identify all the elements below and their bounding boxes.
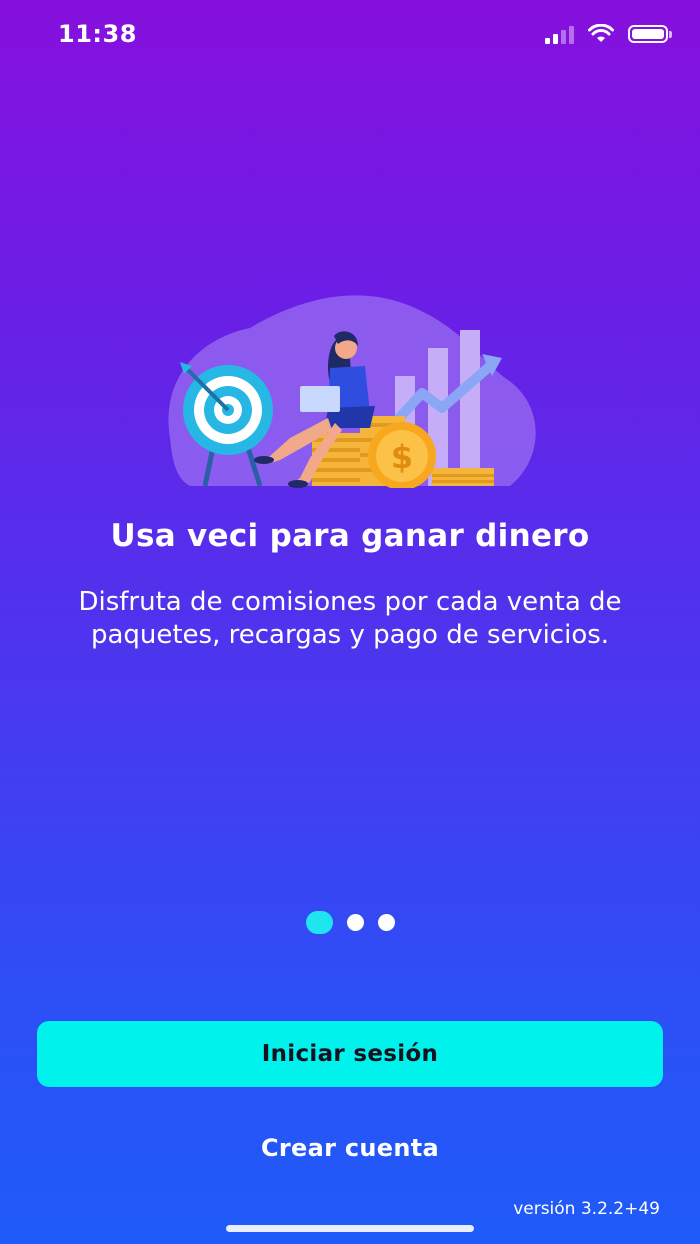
onboarding-screen: 11:38 $ Usa veci para ganar dinero Disfr… (0, 0, 700, 1244)
onboarding-illustration: $ (168, 295, 536, 488)
onboarding-title: Usa veci para ganar dinero (110, 518, 590, 554)
status-time: 11:38 (58, 20, 137, 48)
page-dot-active[interactable] (305, 911, 333, 934)
battery-icon (628, 25, 672, 43)
page-dot[interactable] (346, 914, 364, 931)
status-icons (545, 24, 672, 44)
login-button[interactable]: Iniciar sesión (37, 1021, 663, 1087)
wifi-icon (588, 24, 614, 42)
dollar-coin-icon: $ (368, 422, 436, 488)
home-indicator (226, 1225, 474, 1232)
create-account-link[interactable]: Crear cuenta (0, 1134, 700, 1162)
page-dot[interactable] (377, 914, 395, 931)
onboarding-description: Disfruta de comisiones por cada venta de… (78, 587, 622, 650)
app-version: versión 3.2.2+49 (513, 1199, 660, 1219)
svg-text:$: $ (391, 438, 413, 476)
page-indicator (0, 911, 700, 934)
signal-icon (545, 24, 574, 44)
status-bar: 11:38 (0, 0, 700, 72)
